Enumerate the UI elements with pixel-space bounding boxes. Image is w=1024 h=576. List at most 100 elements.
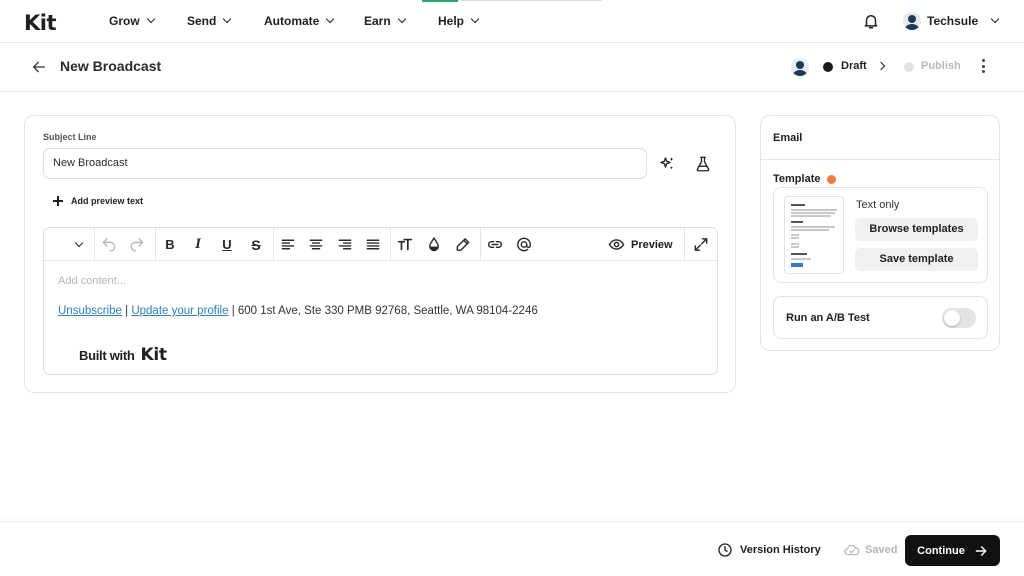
strikethrough-icon[interactable]: S xyxy=(247,236,265,253)
expand-icon[interactable] xyxy=(692,236,710,253)
ai-sparkle-icon[interactable] xyxy=(658,155,676,173)
update-profile-link[interactable]: Update your profile xyxy=(131,305,228,317)
avatar xyxy=(903,12,921,30)
add-preview-text-button[interactable]: Add preview text xyxy=(53,196,143,206)
version-history-button[interactable]: Version History xyxy=(717,542,821,558)
preview-label: Preview xyxy=(631,238,673,251)
bold-icon[interactable]: B xyxy=(161,236,179,253)
nav-send[interactable]: Send xyxy=(187,14,232,28)
draft-status-label[interactable]: Draft xyxy=(841,60,867,72)
subject-line-input[interactable]: New Broadcast xyxy=(43,148,647,179)
template-thumbnail[interactable] xyxy=(784,196,844,274)
chevron-down-icon xyxy=(74,238,84,247)
continue-button[interactable]: Continue xyxy=(905,535,1000,566)
toolbar-divider xyxy=(480,228,481,261)
toolbar-divider xyxy=(155,228,156,261)
nav-earn-label: Earn xyxy=(364,14,391,28)
content-placeholder[interactable]: Add content... xyxy=(58,275,126,287)
nav-grow[interactable]: Grow xyxy=(109,14,155,28)
undo-icon[interactable] xyxy=(100,236,118,253)
built-with-kit-badge: Built with Kit xyxy=(79,345,167,365)
publish-status-dot xyxy=(904,62,914,72)
at-mention-icon[interactable] xyxy=(515,236,533,253)
ab-test-toggle[interactable] xyxy=(942,308,976,328)
bottom-action-bar: Version History Saved Continue xyxy=(0,521,1024,576)
user-menu[interactable]: Techsule xyxy=(903,12,1000,30)
align-justify-icon[interactable] xyxy=(364,236,382,253)
nav-send-label: Send xyxy=(187,14,217,28)
template-indicator-dot xyxy=(827,174,837,184)
plus-icon xyxy=(53,196,63,206)
back-arrow-icon[interactable] xyxy=(31,59,47,75)
unsubscribe-link[interactable]: Unsubscribe xyxy=(58,305,122,317)
nav-automate-label: Automate xyxy=(264,14,320,28)
browse-templates-button[interactable]: Browse templates xyxy=(855,218,978,241)
highlight-pen-icon[interactable] xyxy=(454,236,472,253)
redo-icon[interactable] xyxy=(128,236,146,253)
template-card: Text only Browse templates Save template xyxy=(773,187,988,283)
flask-icon[interactable] xyxy=(694,155,712,173)
user-name: Techsule xyxy=(927,14,979,28)
add-preview-text-label: Add preview text xyxy=(71,196,144,206)
more-options-icon[interactable] xyxy=(982,59,986,75)
nav-help[interactable]: Help xyxy=(438,14,480,28)
page-header: New Broadcast Draft Publish xyxy=(0,43,1024,92)
preview-button[interactable]: Preview xyxy=(608,236,673,253)
underline-icon[interactable]: U xyxy=(218,236,236,253)
kit-logo[interactable]: Kit xyxy=(24,11,57,35)
chevron-right-icon xyxy=(876,61,886,71)
nav-automate[interactable]: Automate xyxy=(264,14,335,28)
chevron-down-icon xyxy=(397,14,406,24)
saved-label: Saved xyxy=(865,544,898,556)
subject-line-label: Subject Line xyxy=(43,132,97,142)
editor-toolbar: B I U S Preview xyxy=(44,228,717,261)
save-template-button[interactable]: Save template xyxy=(855,248,978,271)
block-type-dropdown[interactable] xyxy=(68,236,86,253)
text-size-icon[interactable] xyxy=(396,236,414,253)
arrow-right-icon xyxy=(975,545,987,556)
link-icon[interactable] xyxy=(486,236,504,253)
align-right-icon[interactable] xyxy=(336,236,354,253)
kit-logo-small: Kit xyxy=(140,345,168,365)
nav-earn[interactable]: Earn xyxy=(364,14,406,28)
page-load-track xyxy=(458,0,602,1)
email-footer: Unsubscribe | Update your profile | 600 … xyxy=(58,305,538,317)
page-title: New Broadcast xyxy=(60,58,162,74)
align-left-icon[interactable] xyxy=(279,236,297,253)
email-settings-panel: Email Template Text only Browse template… xyxy=(760,115,1000,351)
footer-separator: | xyxy=(125,305,129,317)
content-editor: B I U S Preview Add content... Unsubscri… xyxy=(43,227,718,375)
template-name: Text only xyxy=(856,199,900,211)
text-color-icon[interactable] xyxy=(425,236,443,253)
publish-status-label[interactable]: Publish xyxy=(921,60,961,72)
toolbar-divider xyxy=(390,228,391,261)
italic-icon[interactable]: I xyxy=(189,236,207,253)
template-section-label: Template xyxy=(773,173,837,185)
page-load-progress xyxy=(422,0,458,2)
built-with-label: Built with xyxy=(79,347,135,363)
cloud-check-icon xyxy=(844,544,860,556)
draft-status-dot xyxy=(823,62,833,72)
chevron-down-icon xyxy=(223,14,232,24)
top-nav: Kit Grow Send Automate Earn Help Techsul… xyxy=(0,0,1024,43)
broadcast-editor-card: Subject Line New Broadcast Add preview t… xyxy=(24,115,736,393)
chevron-down-icon xyxy=(470,14,480,24)
clock-icon xyxy=(718,543,732,557)
template-label: Template xyxy=(773,173,821,185)
continue-label: Continue xyxy=(917,544,965,557)
align-center-icon[interactable] xyxy=(307,236,325,253)
bell-icon[interactable] xyxy=(862,12,880,30)
toolbar-divider xyxy=(94,228,95,261)
toolbar-divider xyxy=(273,228,274,261)
saved-status: Saved xyxy=(844,543,897,557)
chevron-down-icon xyxy=(326,14,335,24)
nav-help-label: Help xyxy=(438,14,465,28)
nav-grow-label: Grow xyxy=(109,14,140,28)
ab-test-row: Run an A/B Test xyxy=(773,296,988,339)
eye-icon xyxy=(608,239,625,250)
panel-header: Email xyxy=(761,116,999,160)
footer-address: | 600 1st Ave, Ste 330 PMB 92768, Seattl… xyxy=(231,305,538,317)
chevron-down-icon xyxy=(990,14,1000,24)
chevron-down-icon xyxy=(146,14,155,24)
avatar xyxy=(791,58,809,76)
